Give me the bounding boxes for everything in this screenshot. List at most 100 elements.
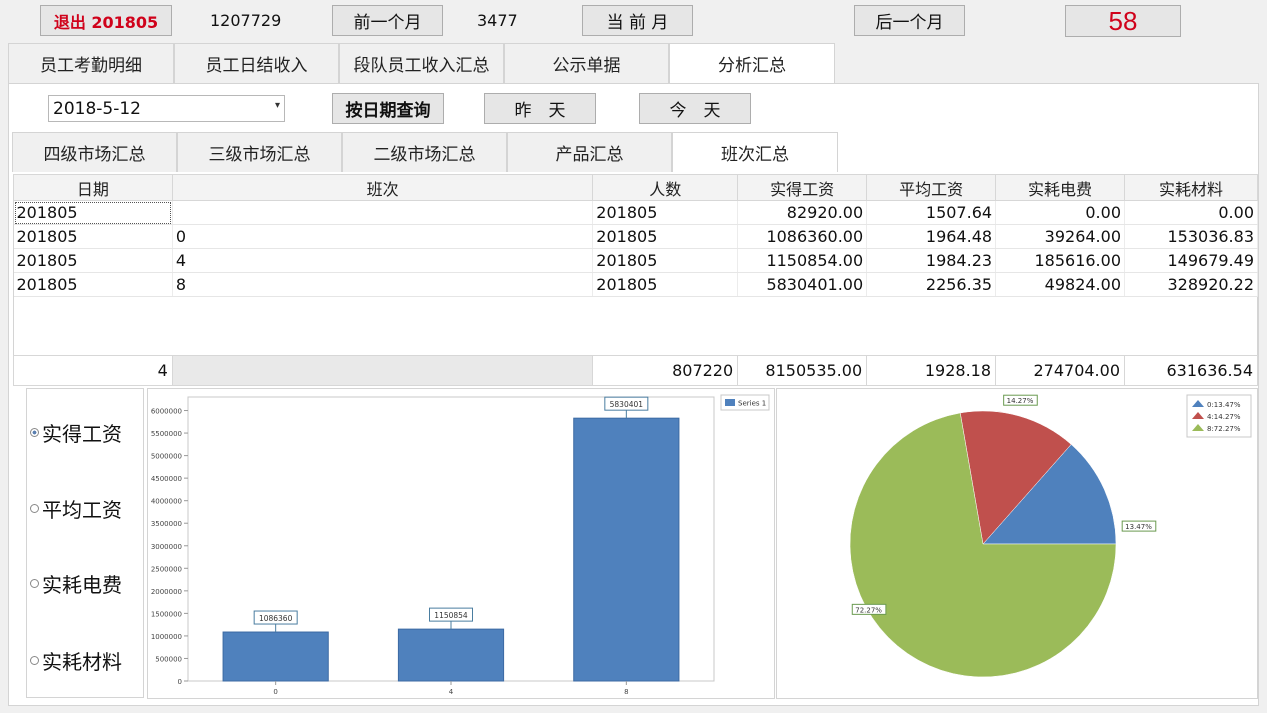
cell-date[interactable]: 201805 (13, 248, 173, 273)
dropdown-arrow-icon[interactable]: ▾ (275, 100, 280, 111)
col-header-avg-wage[interactable]: 平均工资 (866, 174, 997, 201)
y-tick-label: 1500000 (151, 610, 182, 618)
y-tick-label: 2500000 (151, 565, 182, 573)
cell-avg-wage[interactable]: 1507.64 (866, 200, 997, 225)
cell-avg-wage[interactable]: 1964.48 (866, 224, 997, 249)
table-row[interactable]: 201805 0 201805 1086360.00 1964.48 39264… (13, 224, 1258, 249)
employee-code: 1207729 (210, 11, 282, 30)
tab-daily-income[interactable]: 员工日结收入 (174, 43, 339, 83)
pie-chart: 13.47% 14.27% 72.27% 0:13.47% 4:14.27% 8:72.2… (849, 394, 1252, 678)
tab-level4-market[interactable]: 四级市场汇总 (12, 132, 177, 172)
cell-headcount[interactable]: 201805 (592, 248, 739, 273)
pie-chart-panel: 13.47% 14.27% 72.27% 0:13.47% 4:14.27% 8:72.2… (776, 388, 1258, 699)
tab-level2-market[interactable]: 二级市场汇总 (342, 132, 507, 172)
cell-actual-wage[interactable]: 1086360.00 (737, 224, 868, 249)
current-month-button[interactable]: 当 前 月 (582, 5, 693, 36)
cell-shift[interactable]: 4 (172, 248, 594, 273)
cell-actual-wage[interactable]: 1150854.00 (737, 248, 868, 273)
cell-date[interactable]: 201805 (13, 200, 173, 225)
radio-avg-wage[interactable]: 平均工资 (30, 494, 122, 523)
tab-product-summary[interactable]: 产品汇总 (507, 132, 672, 172)
pie-data-label: 72.27% (855, 606, 882, 614)
shift-summary-table: 日期 班次 人数 实得工资 平均工资 实耗电费 实耗材料 201805 2018… (13, 174, 1258, 297)
query-by-date-button[interactable]: 按日期查询 (332, 93, 444, 124)
table-header-row: 日期 班次 人数 实得工资 平均工资 实耗电费 实耗材料 (13, 174, 1258, 201)
tab-level3-market[interactable]: 三级市场汇总 (177, 132, 342, 172)
radio-icon[interactable] (30, 504, 39, 513)
y-tick-label: 500000 (155, 655, 182, 663)
data-label: 1150854 (434, 611, 468, 620)
y-tick-label: 6000000 (151, 408, 182, 416)
cell-electricity[interactable]: 185616.00 (995, 248, 1125, 273)
cell-headcount[interactable]: 201805 (592, 224, 739, 249)
col-header-headcount[interactable]: 人数 (592, 174, 739, 201)
cell-avg-wage[interactable]: 2256.35 (866, 272, 997, 297)
yesterday-button[interactable]: 昨 天 (484, 93, 596, 124)
y-tick-label: 0 (178, 678, 182, 686)
data-label: 1086360 (259, 614, 293, 623)
x-tick-label: 0 (273, 688, 277, 696)
cell-electricity[interactable]: 39264.00 (995, 224, 1125, 249)
cell-electricity[interactable]: 0.00 (995, 200, 1125, 225)
y-tick-label: 5000000 (151, 453, 182, 461)
radio-selected-icon[interactable] (30, 428, 39, 437)
tab-analysis-summary[interactable]: 分析汇总 (669, 43, 835, 83)
tab-shift-summary[interactable]: 班次汇总 (672, 132, 838, 172)
cell-date[interactable]: 201805 (13, 272, 173, 297)
cell-material[interactable]: 328920.22 (1124, 272, 1258, 297)
footer-material-total: 631636.54 (1124, 355, 1258, 386)
cell-avg-wage[interactable]: 1984.23 (866, 248, 997, 273)
radio-label: 平均工资 (42, 498, 122, 522)
radio-electricity[interactable]: 实耗电费 (30, 569, 122, 598)
date-value: 2018-5-12 (53, 98, 141, 119)
today-button[interactable]: 今 天 (639, 93, 751, 124)
cell-material[interactable]: 0.00 (1124, 200, 1258, 225)
legend-label: 8:72.27% (1207, 425, 1241, 433)
pie-data-label: 13.47% (1125, 523, 1152, 531)
cell-actual-wage[interactable]: 82920.00 (737, 200, 868, 225)
radio-material[interactable]: 实耗材料 (30, 646, 122, 675)
x-tick-label: 8 (624, 688, 628, 696)
prev-month-button[interactable]: 前一个月 (332, 5, 443, 36)
record-count: 3477 (477, 11, 518, 30)
exit-button[interactable]: 退出 201805 (40, 5, 172, 36)
tab-public-documents[interactable]: 公示单据 (504, 43, 669, 83)
y-tick-label: 2000000 (151, 588, 182, 596)
tab-team-income-summary[interactable]: 段队员工收入汇总 (339, 43, 504, 83)
y-tick-label: 3500000 (151, 520, 182, 528)
date-picker[interactable]: 2018-5-12 ▾ (48, 95, 285, 122)
cell-material[interactable]: 153036.83 (1124, 224, 1258, 249)
cell-actual-wage[interactable]: 5830401.00 (737, 272, 868, 297)
footer-blank (171, 355, 594, 386)
col-header-shift[interactable]: 班次 (171, 174, 594, 201)
table-row[interactable]: 201805 4 201805 1150854.00 1984.23 18561… (13, 248, 1258, 273)
col-header-date[interactable]: 日期 (13, 174, 173, 201)
cell-electricity[interactable]: 49824.00 (995, 272, 1125, 297)
radio-icon[interactable] (30, 656, 39, 665)
legend-swatch (725, 399, 735, 406)
radio-actual-wage[interactable]: 实得工资 (30, 418, 122, 447)
col-header-material[interactable]: 实耗材料 (1124, 174, 1258, 201)
cell-headcount[interactable]: 201805 (592, 272, 739, 297)
col-header-actual-wage[interactable]: 实得工资 (737, 174, 868, 201)
footer-headcount-total: 807220 (592, 355, 739, 386)
table-row[interactable]: 201805 201805 82920.00 1507.64 0.00 0.00 (13, 200, 1258, 225)
cell-material[interactable]: 149679.49 (1124, 248, 1258, 273)
legend-label: 4:14.27% (1207, 413, 1241, 421)
cell-shift[interactable]: 0 (172, 224, 594, 249)
summary-footer: 4 807220 8150535.00 1928.18 274704.00 63… (13, 355, 1258, 386)
cell-date[interactable]: 201805 (13, 224, 173, 249)
cell-shift[interactable]: 8 (172, 272, 594, 297)
col-header-electricity[interactable]: 实耗电费 (995, 174, 1125, 201)
cell-headcount[interactable]: 201805 (592, 200, 739, 225)
bar-chart-panel: 0 500000 1000000 1500000 2000000 2500000 30000… (147, 388, 775, 699)
radio-icon[interactable] (30, 579, 39, 588)
tab-attendance-detail[interactable]: 员工考勤明细 (8, 43, 174, 83)
cell-shift[interactable] (172, 200, 594, 225)
bar (573, 417, 680, 682)
next-month-button[interactable]: 后一个月 (854, 5, 965, 36)
table-row[interactable]: 201805 8 201805 5830401.00 2256.35 49824… (13, 272, 1258, 297)
footer-actual-wage-total: 8150535.00 (737, 355, 868, 386)
footer-electricity-total: 274704.00 (995, 355, 1125, 386)
legend-label: Series 1 (738, 400, 766, 408)
